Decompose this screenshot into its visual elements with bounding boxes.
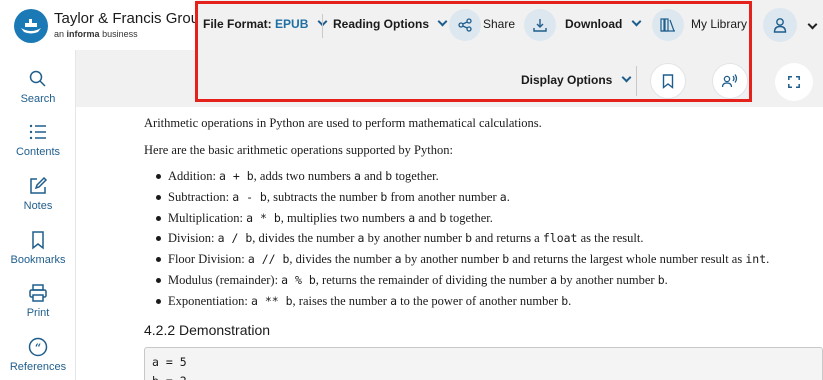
inline-code: a <box>499 189 507 204</box>
list-text: . <box>568 293 572 308</box>
code-block: a = 5 b = 2 <box>144 347 823 380</box>
list-text: from another number <box>387 189 500 204</box>
section-heading: 4.2.2 Demonstration <box>144 322 271 338</box>
list-text: Exponentiation: <box>168 293 251 308</box>
lead-paragraph: Here are the basic arithmetic operations… <box>144 143 453 157</box>
sidebar-item-label: References <box>9 361 67 373</box>
list-item: Multiplication: a * b, multiplies two nu… <box>156 208 769 229</box>
list-item: Subtraction: a - b, subtracts the number… <box>156 187 769 208</box>
list-text: Subtraction: <box>168 189 233 204</box>
list-text: Multiplication: <box>168 210 247 225</box>
list-text: together. <box>446 210 493 225</box>
list-text: Division: <box>168 231 218 246</box>
inline-code: b <box>657 272 665 287</box>
fullscreen-icon <box>788 76 800 88</box>
sidebar-item-label: Notes <box>23 200 53 212</box>
list-text: and <box>415 210 440 225</box>
list-text: by another number <box>364 231 466 246</box>
sidebar-item-label: Search <box>20 93 56 105</box>
inline-code: a ** b <box>250 293 293 308</box>
inline-code: a / b <box>217 231 253 246</box>
brand-name: Taylor & Francis Group <box>54 10 208 27</box>
user-account-button[interactable] <box>763 8 797 42</box>
inline-code: a <box>354 169 361 183</box>
sidebar-item-contents[interactable]: Contents <box>0 122 76 158</box>
list-text: and returns a <box>472 231 543 246</box>
inline-code: b <box>465 231 473 246</box>
brand-tagline: an informa business <box>54 29 138 39</box>
intro-paragraph: Arithmetic operations in Python are used… <box>144 116 542 130</box>
svg-text:“: “ <box>35 342 41 355</box>
list-text: . <box>766 252 770 267</box>
sidebar-item-print[interactable]: Print <box>0 283 76 319</box>
list-text: , subtracts the number <box>266 189 381 204</box>
sidebar: Search Contents Notes Bookmarks Print “ … <box>0 50 76 380</box>
list-text: , adds two numbers <box>253 169 355 183</box>
user-icon <box>773 18 787 33</box>
list-text: together. <box>392 169 439 183</box>
inline-code: a <box>550 272 558 287</box>
sidebar-item-bookmarks[interactable]: Bookmarks <box>0 230 76 266</box>
list-item: Floor Division: a // b, divides the numb… <box>156 249 769 270</box>
fullscreen-button[interactable] <box>775 63 813 101</box>
inline-code: float <box>542 231 578 246</box>
list-text: as the result. <box>577 231 644 246</box>
inline-code: a <box>394 252 402 267</box>
code-line: b = 2 <box>152 372 815 380</box>
list-text: by another number <box>401 252 503 267</box>
sidebar-item-references[interactable]: “ References <box>0 337 76 373</box>
taylor-francis-logo[interactable] <box>14 9 48 43</box>
inline-code: a <box>390 293 398 308</box>
inline-code: a * b <box>246 210 281 225</box>
list-text: , multiplies two numbers <box>280 210 409 225</box>
list-text: . <box>664 272 668 287</box>
code-line: a = 5 <box>152 355 187 369</box>
sidebar-item-label: Print <box>26 307 50 319</box>
list-text: and <box>360 169 386 183</box>
sidebar-item-label: Contents <box>15 146 61 158</box>
list-text: , divides the number <box>252 231 358 246</box>
list-text: to the power of another number <box>397 293 562 308</box>
inline-code: int <box>745 252 767 267</box>
quote-icon: “ <box>28 337 48 357</box>
list-text: Addition: <box>168 169 220 183</box>
list-item: Addition: a + b, adds two numbers a and … <box>156 166 769 187</box>
sidebar-item-notes[interactable]: Notes <box>0 176 76 212</box>
highlight-box <box>195 1 752 102</box>
sidebar-item-search[interactable]: Search <box>0 69 76 105</box>
printer-icon <box>29 284 47 302</box>
list-item: Division: a / b, divides the number a by… <box>156 228 769 249</box>
logo-icon <box>14 9 48 43</box>
list-icon <box>29 124 46 140</box>
list-text: Modulus (remainder): <box>168 272 282 287</box>
list-text: , returns the remainder of dividing the … <box>315 272 551 287</box>
sidebar-item-label: Bookmarks <box>10 254 66 266</box>
inline-code: a - b <box>232 189 267 204</box>
list-text: by another number <box>557 272 658 287</box>
list-text: and returns the largest whole number res… <box>509 252 746 267</box>
list-item: Modulus (remainder): a % b, returns the … <box>156 270 769 291</box>
operations-list: Addition: a + b, adds two numbers a and … <box>156 166 769 312</box>
bookmark-icon <box>32 231 44 250</box>
list-text: , divides the number <box>289 252 395 267</box>
inline-code: a + b <box>219 169 254 183</box>
list-text: , raises the number <box>292 293 391 308</box>
list-text: . <box>506 189 510 204</box>
inline-code: a // b <box>247 252 290 267</box>
edit-icon <box>30 176 48 194</box>
inline-code: a % b <box>281 272 316 287</box>
search-icon <box>29 70 46 87</box>
list-item: Exponentiation: a ** b, raises the numbe… <box>156 291 769 312</box>
list-text: Floor Division: <box>168 252 248 267</box>
